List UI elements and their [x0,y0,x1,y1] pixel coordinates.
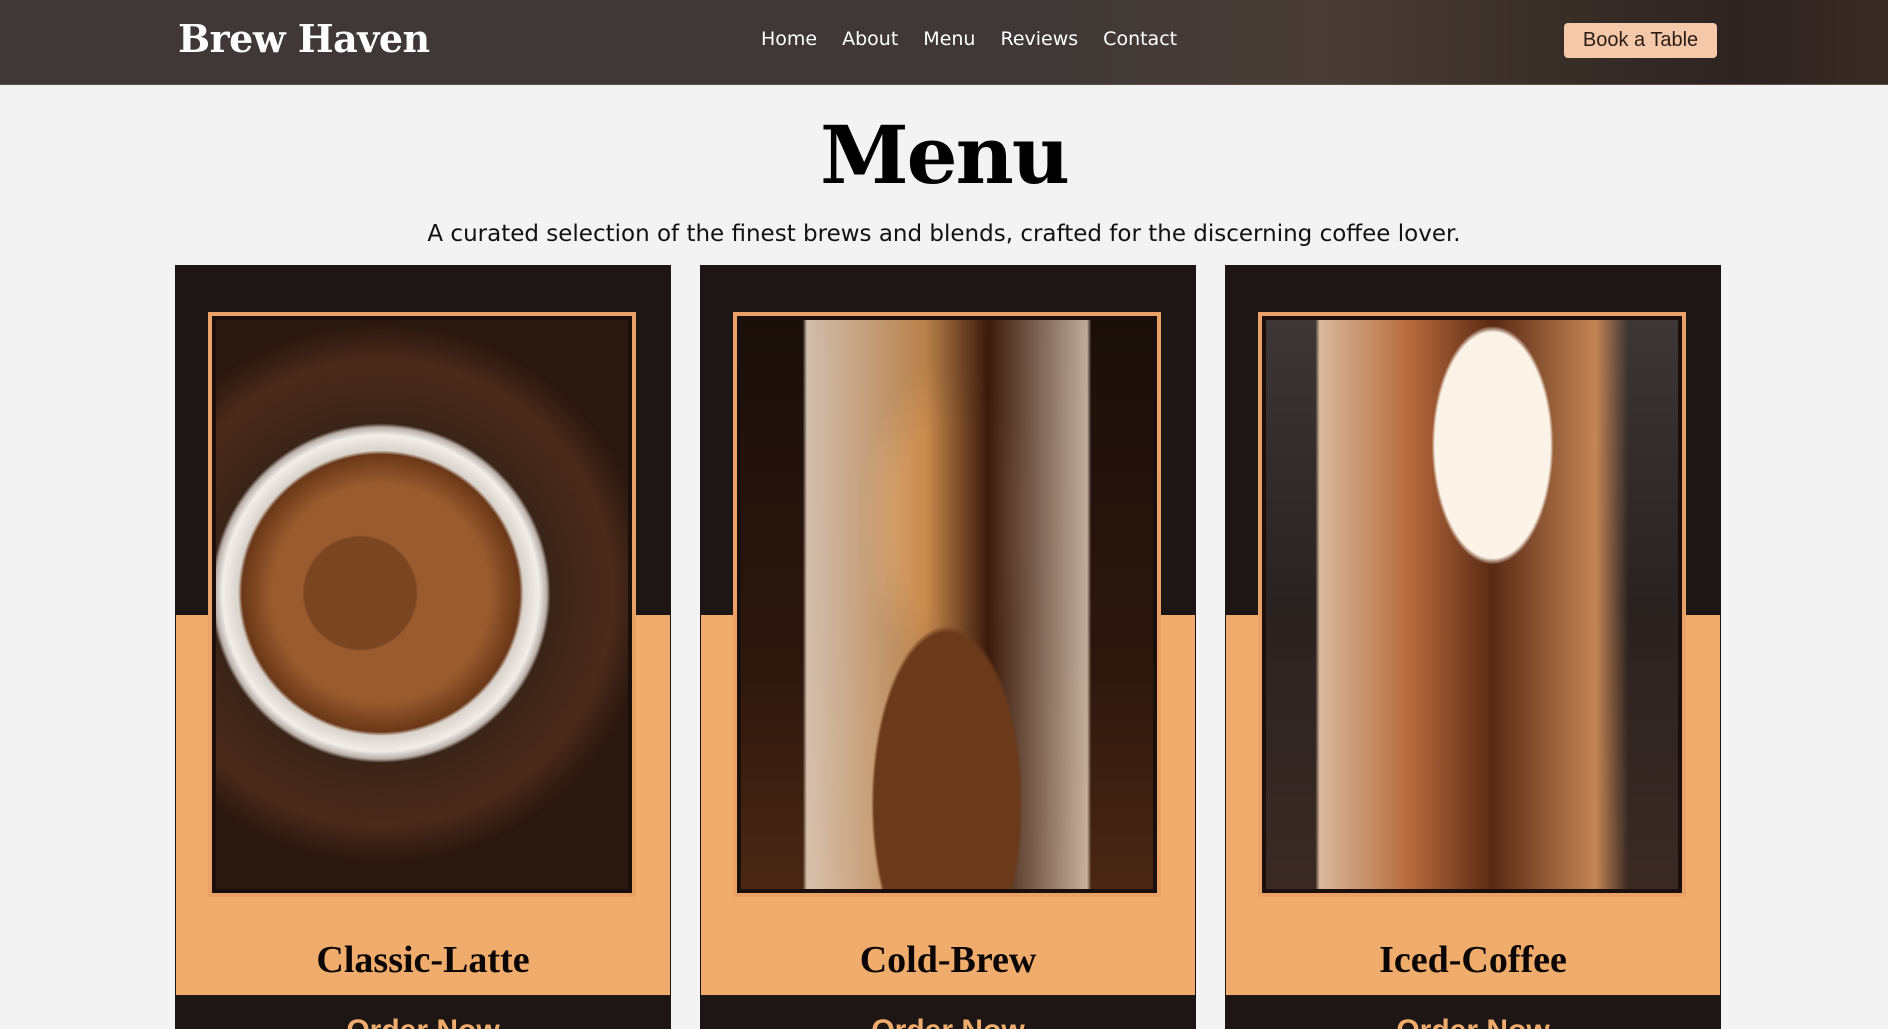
card-image-frame [733,312,1161,897]
card-title: Iced-Coffee [1379,939,1567,981]
site-header: Brew Haven Home About Menu Reviews Conta… [0,0,1888,85]
order-now-button[interactable]: Order Now [1226,1014,1720,1029]
nav-home-link[interactable]: Home [761,28,817,50]
card-image-frame [208,312,636,897]
order-now-button[interactable]: Order Now [176,1014,670,1029]
page-title: Menu [820,108,1070,202]
main-nav: Home About Menu Reviews Contact [761,28,1177,50]
order-now-button[interactable]: Order Now [701,1014,1195,1029]
book-table-button[interactable]: Book a Table [1564,23,1717,58]
brand-logo[interactable]: Brew Haven [178,16,430,61]
page-subtitle: A curated selection of the finest brews … [427,221,1461,247]
card-title: Classic-Latte [316,939,530,981]
cold-brew-image [741,320,1153,889]
iced-coffee-image [1266,320,1678,889]
menu-card-classic-latte[interactable]: Classic-Latte Order Now [175,265,671,1029]
menu-card-cold-brew[interactable]: Cold-Brew Order Now [700,265,1196,1029]
nav-reviews-link[interactable]: Reviews [1000,28,1078,50]
latte-image [216,320,628,889]
card-title: Cold-Brew [859,939,1037,981]
nav-about-link[interactable]: About [842,28,898,50]
nav-contact-link[interactable]: Contact [1103,28,1177,50]
menu-card-iced-coffee[interactable]: Iced-Coffee Order Now [1225,265,1721,1029]
card-image-frame [1258,312,1686,897]
nav-menu-link[interactable]: Menu [923,28,975,50]
